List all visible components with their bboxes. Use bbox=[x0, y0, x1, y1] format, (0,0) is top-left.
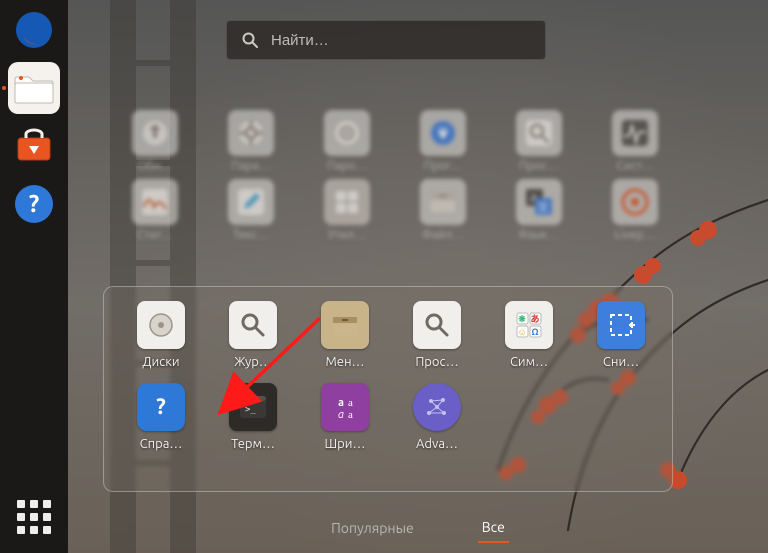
search-input[interactable] bbox=[271, 32, 531, 49]
bg-app-passwords[interactable]: Паро… bbox=[302, 110, 392, 173]
svg-text:?: ? bbox=[29, 190, 40, 217]
app-label: Паро… bbox=[327, 160, 367, 173]
app-label: Жур… bbox=[234, 355, 272, 369]
app-label: Сни… bbox=[603, 355, 639, 369]
svg-text:文: 文 bbox=[538, 200, 549, 214]
app-image-viewer[interactable]: Прос… bbox=[394, 301, 480, 369]
app-label: Мен… bbox=[325, 355, 364, 369]
gear-icon bbox=[237, 119, 265, 147]
dock-show-apps[interactable] bbox=[8, 491, 60, 543]
bg-app-software[interactable]: Прог… bbox=[398, 110, 488, 173]
svg-text:Ω: Ω bbox=[531, 327, 538, 337]
app-fonts[interactable]: aaaa Шри… bbox=[302, 383, 388, 451]
tab-all[interactable]: Все bbox=[478, 513, 509, 543]
bg-app-updates[interactable]: Обн… bbox=[110, 110, 200, 173]
dock-software[interactable] bbox=[8, 120, 60, 172]
app-folder-panel: Диски Жур… Мен… Прос… ❋ あ ☺ Ω Сим… Сни… ? С… bbox=[103, 286, 673, 492]
terminal-icon: >_ bbox=[237, 391, 269, 423]
character-map-icon: ❋ あ ☺ Ω bbox=[513, 309, 545, 341]
pencil-icon bbox=[236, 187, 266, 217]
svg-text:あ: あ bbox=[530, 314, 539, 324]
magnifier-icon bbox=[524, 118, 554, 148]
magnifier-icon bbox=[421, 309, 453, 341]
bg-app-utilities-folder[interactable]: Утил… bbox=[302, 179, 392, 242]
app-grid-blurred: Обн… Пара… Паро… Прог… Прос… Сист… Стат…… bbox=[110, 110, 738, 242]
app-label: Спра… bbox=[140, 437, 183, 451]
svg-text:❋: ❋ bbox=[518, 314, 526, 324]
app-label: Файл… bbox=[422, 229, 464, 242]
bg-app-power-stats[interactable]: Стат… bbox=[110, 179, 200, 242]
app-advanced-network[interactable]: Adva… bbox=[394, 383, 480, 451]
svg-text:>_: >_ bbox=[245, 405, 256, 415]
bg-app-sysmon[interactable]: Сист… bbox=[590, 110, 680, 173]
disks-icon bbox=[145, 309, 177, 341]
app-label: Livep… bbox=[615, 229, 655, 242]
app-label: Шри… bbox=[325, 437, 366, 451]
app-disks[interactable]: Диски bbox=[118, 301, 204, 369]
app-label: Стат… bbox=[137, 229, 172, 242]
software-icon bbox=[429, 119, 457, 147]
app-logs[interactable]: Жур… bbox=[210, 301, 296, 369]
app-label: Adva… bbox=[416, 437, 458, 451]
magnifier-icon bbox=[237, 309, 269, 341]
app-label: Язык… bbox=[519, 229, 559, 242]
updates-icon bbox=[141, 119, 169, 147]
dock-firefox[interactable] bbox=[8, 4, 60, 56]
language-icon: A文 bbox=[524, 187, 554, 217]
bg-app-language[interactable]: A文 Язык… bbox=[494, 179, 584, 242]
app-label: Утил… bbox=[328, 229, 366, 242]
bg-app-files[interactable]: Файл… bbox=[398, 179, 488, 242]
app-label: Обн… bbox=[137, 160, 172, 173]
livepatch-icon bbox=[621, 188, 649, 216]
bg-app-settings[interactable]: Пара… bbox=[206, 110, 296, 173]
app-label: Сист… bbox=[617, 160, 654, 173]
app-label: Терм… bbox=[231, 437, 275, 451]
battery-stats-icon bbox=[140, 187, 170, 217]
bg-app-viewer[interactable]: Прос… bbox=[494, 110, 584, 173]
folder-grid-icon bbox=[332, 187, 362, 217]
tab-popular[interactable]: Популярные bbox=[327, 514, 418, 542]
app-label: Прос… bbox=[519, 160, 559, 173]
help-icon: ? bbox=[145, 391, 177, 423]
svg-text:a: a bbox=[338, 397, 344, 409]
fonts-icon: aaaa bbox=[329, 391, 361, 423]
app-label: Пара… bbox=[231, 160, 271, 173]
help-icon: ? bbox=[12, 182, 56, 226]
drawer-icon bbox=[428, 187, 458, 217]
search-icon bbox=[241, 31, 259, 49]
archive-icon bbox=[329, 309, 361, 341]
app-label: Прос… bbox=[415, 355, 458, 369]
lock-icon bbox=[333, 119, 361, 147]
svg-text:a: a bbox=[338, 409, 344, 421]
dock-help[interactable]: ? bbox=[8, 178, 60, 230]
app-archive-manager[interactable]: Мен… bbox=[302, 301, 388, 369]
network-icon bbox=[421, 391, 453, 423]
app-label: Прог… bbox=[424, 160, 462, 173]
search-bar[interactable] bbox=[226, 20, 546, 60]
app-label: Диски bbox=[142, 355, 179, 369]
svg-text:☺: ☺ bbox=[517, 327, 526, 337]
screenshot-icon bbox=[605, 309, 637, 341]
app-label: Сим… bbox=[510, 355, 548, 369]
app-characters[interactable]: ❋ あ ☺ Ω Сим… bbox=[486, 301, 572, 369]
category-tabs: Популярные Все bbox=[68, 511, 768, 545]
svg-text:a: a bbox=[348, 409, 353, 421]
pulse-icon bbox=[620, 118, 650, 148]
folder-icon bbox=[14, 71, 54, 105]
software-center-icon bbox=[12, 124, 56, 168]
bg-app-livepatch[interactable]: Livep… bbox=[590, 179, 680, 242]
dock-files[interactable] bbox=[8, 62, 60, 114]
svg-text:a: a bbox=[348, 397, 353, 409]
app-screenshot[interactable]: Сни… bbox=[578, 301, 664, 369]
app-terminal[interactable]: >_ Терм… bbox=[210, 383, 296, 451]
dock: ? bbox=[0, 0, 68, 553]
firefox-icon bbox=[12, 8, 56, 52]
bg-app-text-editor[interactable]: Текс… bbox=[206, 179, 296, 242]
app-label: Текс… bbox=[233, 229, 269, 242]
svg-text:?: ? bbox=[156, 394, 166, 419]
app-help[interactable]: ? Спра… bbox=[118, 383, 204, 451]
